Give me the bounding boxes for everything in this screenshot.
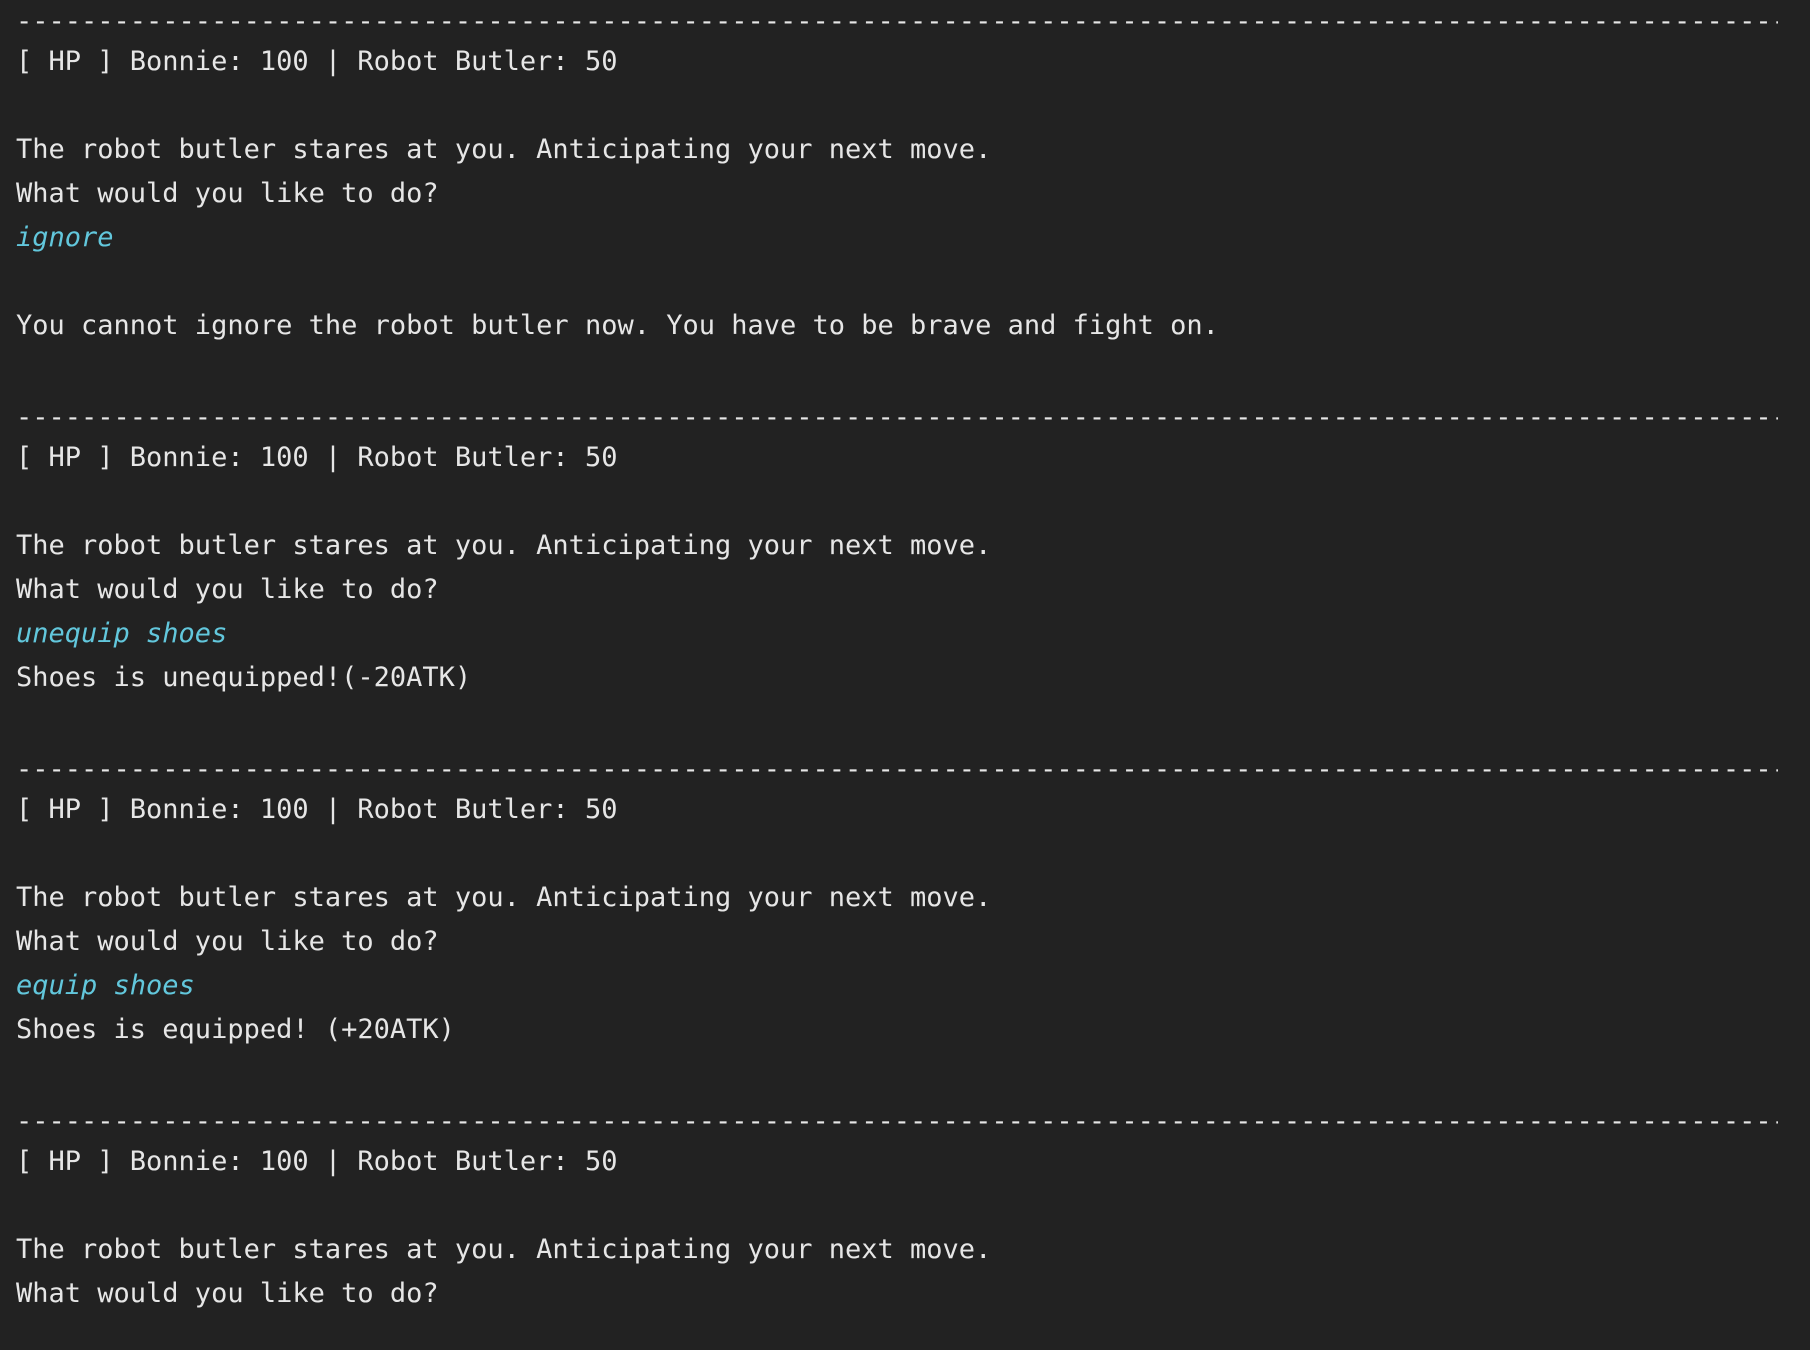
prompt-question: What would you like to do? xyxy=(16,926,439,957)
prompt-question: What would you like to do? xyxy=(16,1278,439,1309)
hp-status: [ HP ] Bonnie: 100 | Robot Butler: 50 xyxy=(16,46,618,77)
separator-line: ----------------------------------------… xyxy=(16,6,1778,37)
user-input: ignore xyxy=(16,222,114,253)
separator-line: ----------------------------------------… xyxy=(16,1106,1778,1137)
response-text: Shoes is equipped! (+20ATK) xyxy=(16,1014,455,1045)
user-input: unequip shoes xyxy=(16,618,228,649)
response-text: Shoes is unequipped!(-20ATK) xyxy=(16,662,472,693)
hp-status: [ HP ] Bonnie: 100 | Robot Butler: 50 xyxy=(16,794,618,825)
prompt-text: The robot butler stares at you. Anticipa… xyxy=(16,134,992,165)
user-input: equip shoes xyxy=(16,970,195,1001)
prompt-text: The robot butler stares at you. Anticipa… xyxy=(16,882,992,913)
prompt-text: The robot butler stares at you. Anticipa… xyxy=(16,530,992,561)
response-text: You cannot ignore the robot butler now. … xyxy=(16,310,1219,341)
prompt-question: What would you like to do? xyxy=(16,574,439,605)
hp-status: [ HP ] Bonnie: 100 | Robot Butler: 50 xyxy=(16,442,618,473)
prompt-question: What would you like to do? xyxy=(16,178,439,209)
terminal-output: ----------------------------------------… xyxy=(16,0,1796,1309)
separator-line: ----------------------------------------… xyxy=(16,754,1778,785)
prompt-text: The robot butler stares at you. Anticipa… xyxy=(16,1234,992,1265)
separator-line: ----------------------------------------… xyxy=(16,402,1778,433)
hp-status: [ HP ] Bonnie: 100 | Robot Butler: 50 xyxy=(16,1146,618,1177)
